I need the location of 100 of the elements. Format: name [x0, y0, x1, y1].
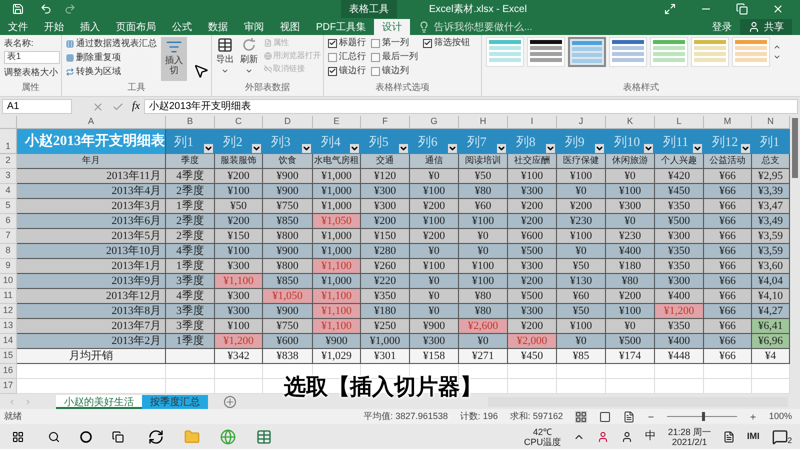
filter-dropdown-icon[interactable]	[252, 144, 261, 153]
ribbon-tab[interactable]: PDF工具集	[308, 19, 374, 35]
normal-view-icon[interactable]	[574, 410, 587, 422]
formula-field[interactable]: 小赵2013年开支明细表	[144, 99, 798, 114]
input-method-indicator[interactable]: 中	[645, 428, 656, 445]
save-icon[interactable]	[12, 3, 24, 15]
start-icon[interactable]	[12, 430, 24, 442]
filter-dropdown-icon[interactable]	[302, 144, 311, 153]
row-header[interactable]: 5	[0, 199, 17, 214]
sheet-tab[interactable]: 按季度汇总	[142, 394, 208, 408]
table-style-thumbnail[interactable]	[568, 37, 606, 67]
ribbon-tab[interactable]: 文件	[0, 19, 36, 35]
table-cell: ¥100	[410, 214, 459, 229]
ribbon-tab[interactable]: 公式	[164, 19, 200, 35]
refresh-button[interactable]: 刷新	[240, 53, 258, 66]
checkbox[interactable]	[328, 66, 337, 76]
checkbox[interactable]	[328, 38, 337, 48]
add-sheet-icon[interactable]	[224, 396, 236, 408]
tool-button[interactable]: 转换为区域	[76, 64, 121, 78]
row-header[interactable]: 11	[0, 289, 17, 304]
restore-icon[interactable]	[736, 3, 748, 15]
row-header[interactable]: 13	[0, 319, 17, 334]
browser-icon[interactable]	[220, 428, 236, 444]
checkbox-label[interactable]: 镶边列	[382, 64, 409, 78]
ribbon-tab[interactable]: 开始	[36, 19, 72, 35]
ribbon-tab[interactable]: 审阅	[236, 19, 272, 35]
checkbox-label[interactable]: 筛选按钮	[434, 36, 470, 50]
row-header[interactable]: 3	[0, 169, 17, 184]
tell-me-field[interactable]: 告诉我你想要做什么...	[434, 20, 574, 34]
insert-function-button[interactable]: fx	[132, 98, 140, 115]
scroll-down-icon[interactable]	[773, 53, 781, 61]
name-box[interactable]: A1	[2, 99, 72, 114]
filter-dropdown-icon[interactable]	[448, 144, 457, 153]
zoom-thumb[interactable]	[702, 412, 705, 421]
filter-dropdown-icon[interactable]	[595, 144, 604, 153]
ribbon-tab[interactable]: 设计	[374, 19, 410, 35]
ribbon-tab[interactable]: 页面布局	[108, 19, 164, 35]
spreadsheet-icon[interactable]	[256, 428, 272, 444]
row-header[interactable]: 15	[0, 349, 17, 364]
scroll-up-icon[interactable]	[773, 43, 781, 51]
checkbox-label[interactable]: 镶边行	[339, 64, 366, 78]
checkbox[interactable]	[371, 38, 380, 48]
notification-icon[interactable]	[772, 428, 788, 444]
close-icon[interactable]	[772, 3, 784, 15]
checkbox[interactable]	[371, 52, 380, 62]
clock-date[interactable]: 2021/2/1	[672, 436, 708, 446]
insert-slicer-button[interactable]: 插入 切	[161, 37, 187, 81]
zoom-in-icon[interactable]	[748, 412, 757, 420]
checkbox-label[interactable]: 最后一列	[382, 50, 418, 64]
checkbox-label[interactable]: 第一列	[382, 36, 409, 50]
display-options-icon[interactable]	[664, 3, 676, 15]
sheet-tab[interactable]: 小赵的美好生活	[56, 394, 142, 408]
task-view-icon[interactable]	[112, 430, 124, 442]
ribbon-tab[interactable]: 插入	[72, 19, 108, 35]
row-header[interactable]: 9	[0, 259, 17, 274]
export-button[interactable]: 导出	[216, 53, 234, 66]
row-header[interactable]: 7	[0, 229, 17, 244]
page-layout-icon[interactable]	[598, 410, 611, 422]
row-header[interactable]: 17	[0, 379, 17, 394]
search-icon[interactable]	[48, 430, 60, 442]
row-header[interactable]: 6	[0, 214, 17, 229]
note-icon[interactable]	[723, 430, 736, 442]
checkbox-label[interactable]: 汇总行	[339, 50, 366, 64]
keyboard-indicator[interactable]: IMI	[747, 430, 760, 444]
row-header[interactable]: 10	[0, 274, 17, 289]
row-header[interactable]: 1	[0, 129, 17, 154]
checkbox-label[interactable]: 标题行	[339, 36, 366, 50]
filter-dropdown-icon[interactable]	[204, 144, 213, 153]
cortana-icon[interactable]	[80, 430, 92, 442]
table-name-field[interactable]: 表1	[4, 50, 60, 64]
checkbox[interactable]	[371, 66, 380, 76]
row-header[interactable]: 8	[0, 244, 17, 259]
filter-dropdown-icon[interactable]	[399, 144, 408, 153]
row-header[interactable]: 2	[0, 154, 17, 169]
resize-table-button[interactable]: 调整表格大小	[4, 66, 57, 79]
person-icon[interactable]	[621, 430, 634, 442]
tool-button[interactable]: 删除重复项	[76, 50, 121, 64]
row-header[interactable]: 16	[0, 364, 17, 379]
filter-dropdown-icon[interactable]	[741, 144, 750, 153]
zoom-level[interactable]: 100%	[768, 410, 792, 424]
filter-dropdown-icon[interactable]	[546, 144, 555, 153]
filter-dropdown-icon[interactable]	[350, 144, 359, 153]
undo-icon[interactable]	[40, 3, 52, 15]
checkbox[interactable]	[423, 38, 432, 48]
ribbon-tab[interactable]: 视图	[272, 19, 308, 35]
scroll-thumb[interactable]	[792, 118, 798, 178]
filter-dropdown-icon[interactable]	[497, 144, 506, 153]
checkbox[interactable]	[328, 52, 337, 62]
page-break-icon[interactable]	[622, 410, 635, 422]
sign-in-link[interactable]: 登录	[704, 19, 740, 35]
clock-time[interactable]: 21:28 周一	[668, 426, 712, 436]
row-header[interactable]: 4	[0, 184, 17, 199]
share-button[interactable]: 共享	[740, 19, 792, 35]
row-header[interactable]: 12	[0, 304, 17, 319]
filter-dropdown-icon[interactable]	[644, 144, 653, 153]
tool-button[interactable]: 通过数据透视表汇总	[76, 36, 157, 50]
filter-dropdown-icon[interactable]	[693, 144, 702, 153]
ribbon-tab[interactable]: 数据	[200, 19, 236, 35]
vertical-scrollbar[interactable]	[790, 116, 800, 394]
row-header[interactable]: 14	[0, 334, 17, 349]
